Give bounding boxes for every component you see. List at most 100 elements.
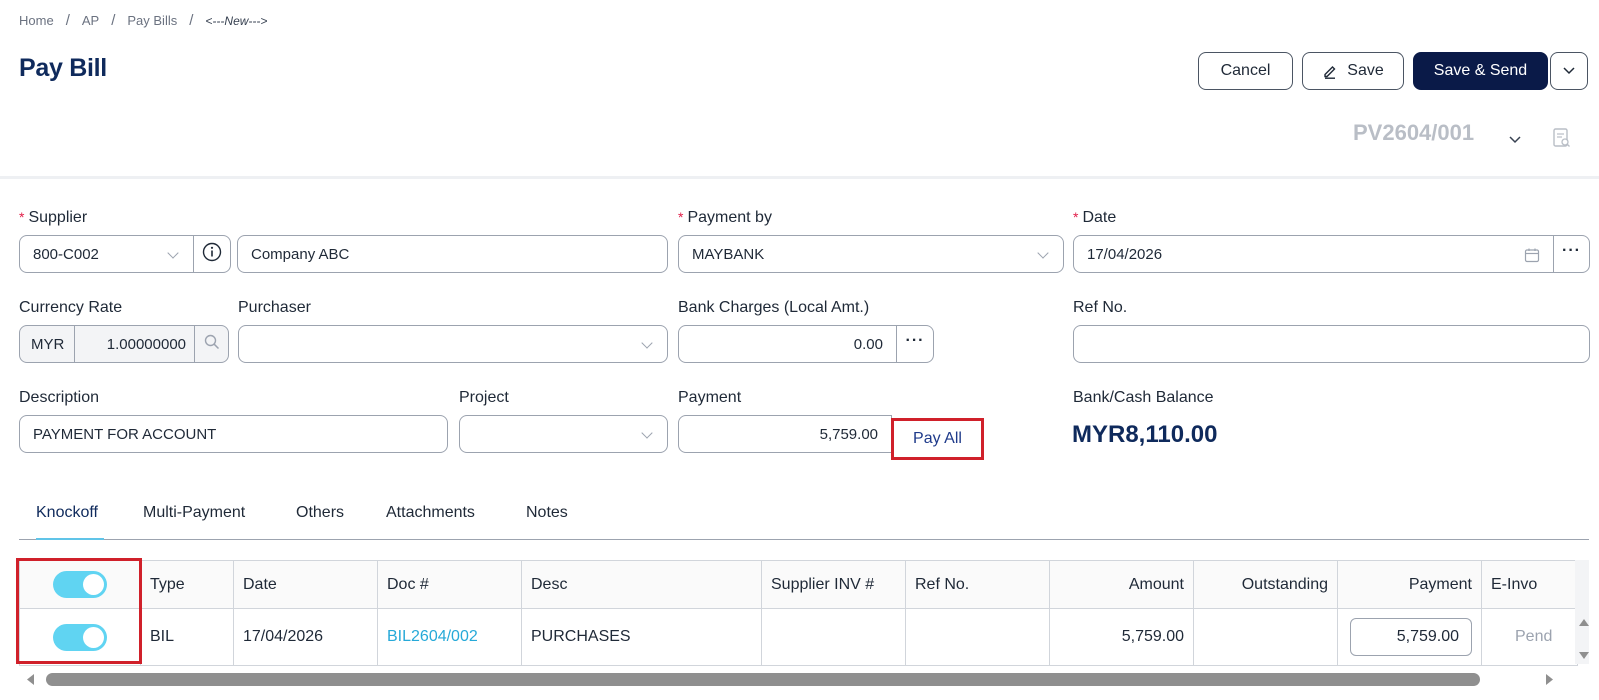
breadcrumb-pay-bills[interactable]: Pay Bills [127,13,177,28]
bank-charges-value: 0.00 [853,335,883,353]
row-payment-value: 5,759.00 [1396,628,1459,645]
cell-amount: 5,759.00 [1049,608,1194,666]
chevron-down-icon [1037,247,1049,259]
bank-charges-input[interactable]: 0.00 [678,325,897,363]
calendar-icon[interactable] [1524,247,1540,267]
tab-knockoff[interactable]: Knockoff [36,504,98,522]
header-e-invoice[interactable]: E-Invo [1481,560,1578,609]
save-send-button-label: Save & Send [1433,62,1528,79]
table-row: BIL 17/04/2026 BIL2604/002 PURCHASES 5,7… [19,608,1578,666]
breadcrumb-separator: / [189,12,194,29]
ref-no-label: Ref No. [1073,299,1128,316]
date-label: * Date [1073,209,1117,226]
payment-value: 5,759.00 [819,425,878,443]
tab-others[interactable]: Others [296,504,344,522]
table-header-row: Type Date Doc # Desc Supplier INV # Ref … [19,560,1578,609]
scroll-left-icon[interactable] [25,673,35,691]
breadcrumb-ap[interactable]: AP [82,13,99,28]
payment-input[interactable]: 5,759.00 [678,415,892,453]
breadcrumb-separator: / [111,12,116,29]
payment-by-select[interactable]: MAYBANK [678,235,1064,273]
pay-all-label: Pay All [913,430,962,447]
scroll-right-icon[interactable] [1545,673,1555,691]
breadcrumb-current: <---New---> [205,13,268,28]
currency-rate-search-button[interactable] [194,325,229,363]
header-date[interactable]: Date [233,560,378,609]
supplier-label-text: Supplier [28,209,88,226]
tab-attachments[interactable]: Attachments [386,504,475,522]
cell-outstanding [1193,608,1338,666]
bank-charges-label: Bank Charges (Local Amt.) [678,299,870,316]
payment-by-value: MAYBANK [692,245,765,263]
header-supplier-inv[interactable]: Supplier INV # [761,560,906,609]
save-options-dropdown[interactable] [1550,52,1588,90]
scroll-down-icon[interactable] [1578,648,1590,666]
supplier-code-value: 800-C002 [33,245,99,263]
supplier-info-button[interactable] [193,235,231,273]
more-icon: ··· [905,332,925,349]
cell-date: 17/04/2026 [233,608,378,666]
tab-multi-payment[interactable]: Multi-Payment [143,504,245,522]
pay-all-button[interactable]: Pay All [891,418,984,460]
cell-type: BIL [140,608,234,666]
supplier-label: * Supplier [19,209,88,226]
header-divider [0,176,1599,179]
chevron-down-icon [1563,62,1575,80]
edit-icon [1322,63,1338,79]
document-search-icon[interactable] [1553,128,1571,153]
description-input[interactable]: PAYMENT FOR ACCOUNT [19,415,448,453]
purchaser-label: Purchaser [238,299,311,316]
payment-by-label: * Payment by [678,209,772,226]
chevron-down-icon[interactable] [1509,131,1521,149]
cancel-button[interactable]: Cancel [1198,52,1293,90]
chevron-down-icon [167,247,179,259]
supplier-code-select[interactable]: 800-C002 [19,235,194,273]
currency-rate-value: 1.00000000 [106,335,186,353]
bank-charges-more-button[interactable]: ··· [896,325,934,363]
project-select[interactable] [459,415,668,453]
supplier-name-field[interactable]: Company ABC [237,235,668,273]
description-label: Description [19,389,100,406]
info-icon [202,242,222,266]
document-number: PV2604/001 [1353,120,1475,145]
header-ref-no[interactable]: Ref No. [905,560,1050,609]
header-payment[interactable]: Payment [1337,560,1482,609]
ref-no-input[interactable] [1073,325,1590,363]
chevron-down-icon [641,337,653,349]
header-outstanding[interactable]: Outstanding [1193,560,1338,609]
header-doc[interactable]: Doc # [377,560,522,609]
toggle-column-highlight [16,558,142,664]
tab-bar: Knockoff Multi-Payment Others Attachment… [19,500,1589,540]
purchaser-select[interactable] [238,325,668,363]
save-button-label: Save [1347,62,1384,79]
save-send-button[interactable]: Save & Send [1413,52,1548,90]
breadcrumb-home[interactable]: Home [19,13,54,28]
header-type[interactable]: Type [140,560,234,609]
cell-supplier-inv [761,608,906,666]
currency-rate-input[interactable]: 1.00000000 [74,325,195,363]
date-more-button[interactable]: ··· [1553,235,1590,273]
date-value: 17/04/2026 [1087,245,1163,263]
project-label: Project [459,389,509,406]
currency-rate-label: Currency Rate [19,299,123,316]
balance-value: MYR8,110.00 [1072,421,1218,448]
search-icon [204,334,220,354]
cell-e-invoice-status: Pend [1481,608,1578,666]
date-input[interactable]: 17/04/2026 [1073,235,1554,273]
balance-label: Bank/Cash Balance [1073,389,1214,406]
page-title: Pay Bill [19,54,107,82]
chevron-down-icon [641,427,653,439]
header-amount[interactable]: Amount [1049,560,1194,609]
scroll-up-icon[interactable] [1578,614,1590,632]
horizontal-scroll-thumb[interactable] [46,673,1480,686]
payment-by-label-text: Payment by [687,209,772,226]
knockoff-table: Type Date Doc # Desc Supplier INV # Ref … [19,560,1578,666]
row-payment-input[interactable]: 5,759.00 [1350,618,1472,656]
breadcrumb: Home / AP / Pay Bills / <---New---> [19,12,267,29]
tab-notes[interactable]: Notes [526,504,568,522]
header-desc[interactable]: Desc [521,560,762,609]
save-button[interactable]: Save [1302,52,1404,90]
more-icon: ··· [1562,242,1581,259]
cell-doc-link[interactable]: BIL2604/002 [377,608,522,666]
description-value: PAYMENT FOR ACCOUNT [33,425,217,443]
